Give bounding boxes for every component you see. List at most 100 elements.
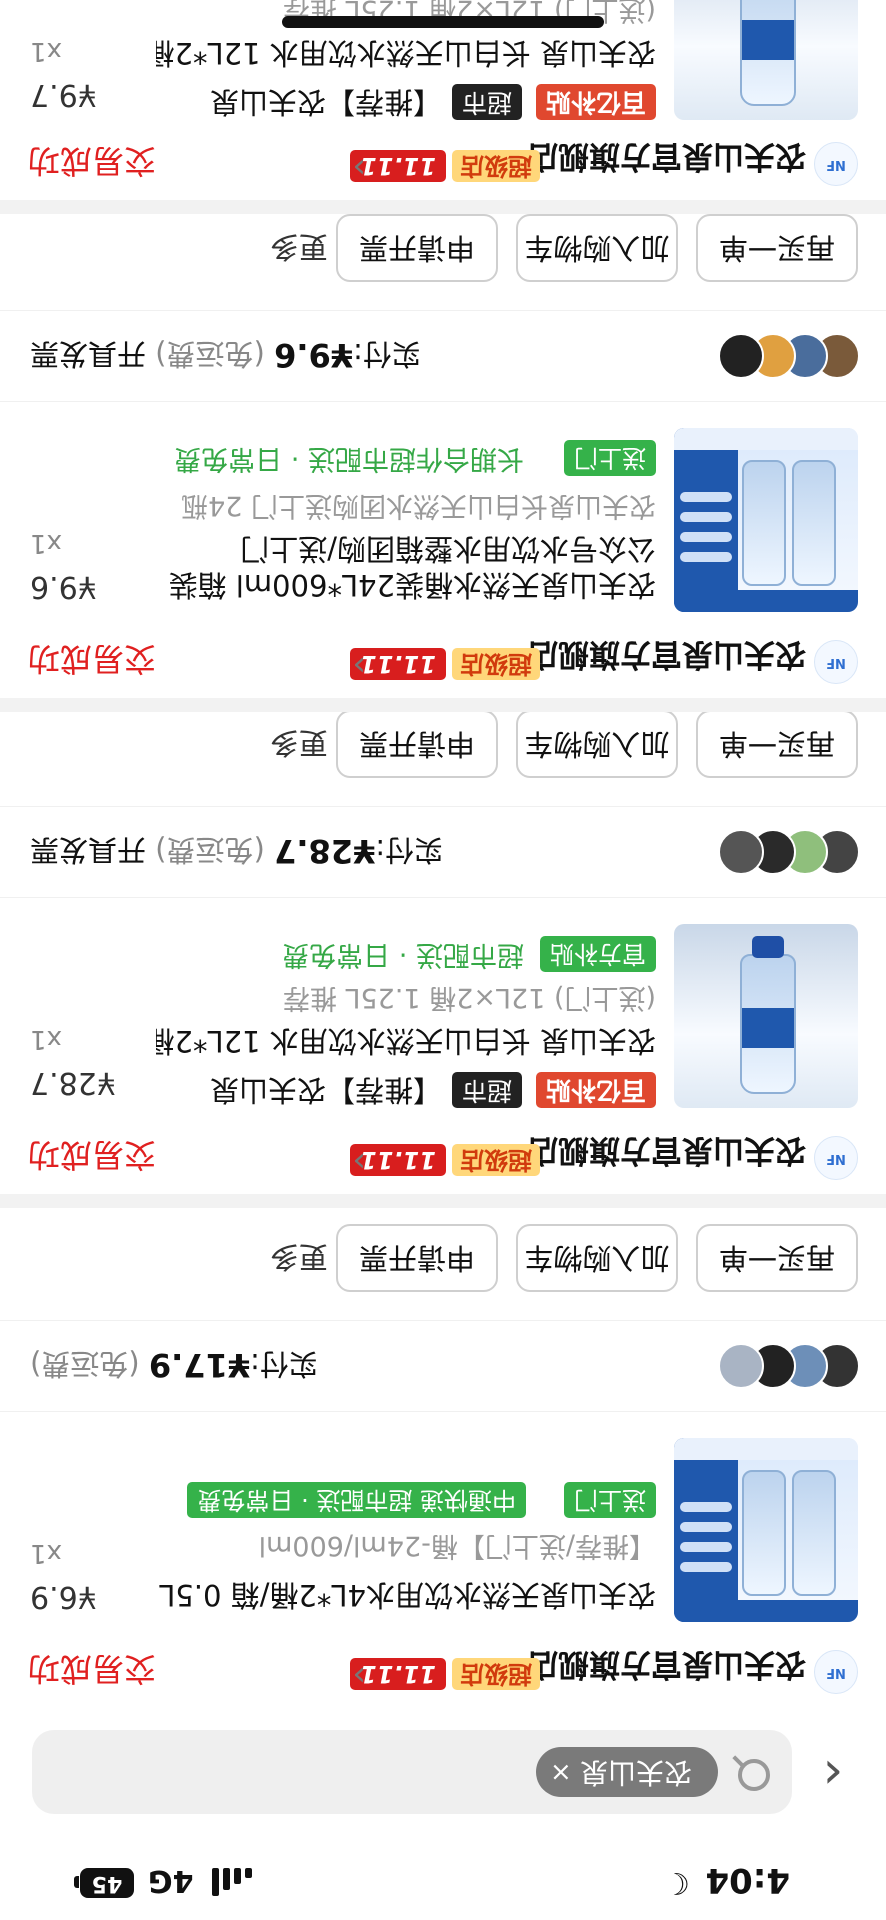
product-image[interactable] — [674, 0, 858, 120]
store-row[interactable]: NF 农夫山泉官方旗舰店 超级店 11.11 › 交易成功 — [0, 632, 886, 692]
search-keyword: 农夫山泉 — [579, 1756, 692, 1789]
order-status: 交易成功 — [28, 1650, 157, 1688]
network-type: 4G — [148, 1863, 194, 1898]
product-title: 农夫山泉天然水桶装24L*600ml 箱装 — [168, 568, 656, 602]
product-item[interactable]: 百亿补贴 超市 【推荐】农夫山泉 农夫山泉 长白山天然水饮用水 12L*2桶… … — [0, 918, 886, 1108]
order-card: NF 农夫山泉官方旗舰店 超级店 11.11 › 交易成功 百亿补贴 超市 【推… — [0, 0, 886, 194]
payment-summary: 实付:¥17.9 (免运费) — [0, 1320, 886, 1412]
search-input[interactable]: 农夫山泉 × — [32, 1730, 792, 1814]
product-title-line2: 公众号水饮用水整箱团购/送上门 — [240, 532, 656, 566]
battery-tip — [74, 1876, 79, 1888]
store-row[interactable]: NF 农夫山泉官方旗舰店 超级店 11.11 › 交易成功 — [0, 134, 886, 194]
battery-icon: 45 — [80, 1868, 134, 1898]
payment-summary: 实付:¥9.6 (免运费) 开具发票 — [0, 310, 886, 402]
screen: 4:04 ☾ 4G 45 ‹ 农夫山泉 × NF 农夫山泉官方旗舰店 超级店 1… — [0, 0, 886, 1920]
delivery-tag: 送上门 — [564, 440, 656, 476]
divider — [0, 200, 886, 214]
product-image[interactable] — [674, 428, 858, 612]
order-status: 交易成功 — [28, 1136, 157, 1174]
avatar — [718, 829, 764, 875]
subsidy-green-tag: 官方补贴 — [540, 936, 656, 972]
product-spec: 农夫山泉长白山天然水团购送上门 24瓶 — [181, 490, 656, 521]
order-actions: 再买一单 加入购物车 申请开票 更多 — [0, 1218, 886, 1298]
store-row[interactable]: NF 农夫山泉官方旗舰店 超级店 11.11 › 交易成功 — [0, 1128, 886, 1188]
product-quantity: x1 — [30, 1538, 62, 1568]
product-item[interactable]: 农夫山泉天然水饮用水4L*2桶/箱 0.5L 350ml非常适合泡茶 【推荐/送… — [0, 1432, 886, 1622]
order-actions: 再买一单 加入购物车 申请开票 更多 — [0, 704, 886, 784]
supermarket-tag: 超市 — [451, 1072, 522, 1108]
store-name[interactable]: 农夫山泉官方旗舰店 — [527, 1645, 806, 1690]
more-button[interactable]: 更多 — [270, 228, 328, 270]
product-title: 农夫山泉 长白山天然水饮用水 12L*2桶… — [156, 1024, 656, 1058]
close-icon[interactable]: × — [550, 1747, 572, 1797]
more-button[interactable]: 更多 — [270, 724, 328, 766]
super-store-badge: 超级店 — [452, 1658, 540, 1690]
store-name[interactable]: 农夫山泉官方旗舰店 — [527, 1131, 806, 1176]
product-title: 农夫山泉 长白山天然水饮用水 12L*2桶… — [156, 36, 656, 70]
product-spec: 【推荐/送上门】桶-24ml/600ml — [258, 1530, 656, 1561]
rebuy-button[interactable]: 再买一单 — [696, 214, 858, 282]
product-image[interactable] — [674, 1438, 858, 1622]
super-store-badge: 超级店 — [452, 150, 540, 182]
super-store-badge: 超级店 — [452, 1144, 540, 1176]
order-status: 交易成功 — [28, 142, 157, 180]
product-price: ¥9.7 — [30, 77, 97, 112]
product-spec: (送上门) 12L×2桶 1.25L 推荐 — [282, 982, 656, 1013]
product-price: ¥28.7 — [30, 1065, 116, 1100]
store-logo: NF — [814, 142, 858, 186]
divider — [0, 1194, 886, 1208]
clock: 4:04 — [705, 1860, 790, 1900]
product-image[interactable] — [674, 924, 858, 1108]
search-icon — [738, 1759, 770, 1791]
more-button[interactable]: 更多 — [270, 1238, 328, 1280]
rebuy-button[interactable]: 再买一单 — [696, 710, 858, 778]
product-quantity: x1 — [30, 36, 62, 66]
subsidy-tag: 百亿补贴 — [535, 84, 656, 120]
chevron-right-icon: › — [352, 1142, 366, 1182]
order-card: NF 农夫山泉官方旗舰店 超级店 11.11 › 交易成功 农夫山泉天然水桶装2… — [0, 212, 886, 692]
store-logo: NF — [814, 640, 858, 684]
order-actions: 再买一单 加入购物车 申请开票 更多 — [0, 208, 886, 288]
chevron-right-icon: › — [352, 148, 366, 188]
add-to-cart-button[interactable]: 加入购物车 — [516, 1224, 678, 1292]
add-to-cart-button[interactable]: 加入购物车 — [516, 710, 678, 778]
order-status: 交易成功 — [28, 640, 157, 678]
store-logo: NF — [814, 1650, 858, 1694]
product-price: ¥6.9 — [30, 1579, 97, 1614]
recommend-tag: 【推荐】农夫山泉 — [209, 85, 442, 119]
invoice-button[interactable]: 申请开票 — [336, 710, 498, 778]
signal-icon — [212, 1868, 252, 1896]
chevron-right-icon: › — [352, 646, 366, 686]
store-row[interactable]: NF 农夫山泉官方旗舰店 超级店 11.11 › 交易成功 — [0, 1642, 886, 1702]
product-item[interactable]: 农夫山泉天然水桶装24L*600ml 箱装 公众号水饮用水整箱团购/送上门 农夫… — [0, 422, 886, 612]
avatar — [718, 1343, 764, 1389]
recommend-tag: 【推荐】农夫山泉 — [209, 1073, 442, 1107]
store-name[interactable]: 农夫山泉官方旗舰店 — [527, 137, 806, 182]
payment-text: 实付:¥9.6 (免运费) 开具发票 — [30, 336, 421, 374]
payment-text: 实付:¥17.9 (免运费) — [30, 1346, 318, 1384]
order-card: NF 农夫山泉官方旗舰店 超级店 11.11 › 交易成功 百亿补贴 超市 【推… — [0, 708, 886, 1188]
home-indicator[interactable] — [282, 16, 604, 28]
back-button[interactable]: ‹ — [808, 1744, 858, 1804]
search-keyword-chip[interactable]: 农夫山泉 × — [535, 1747, 718, 1797]
search-bar: ‹ 农夫山泉 × — [0, 1724, 886, 1824]
invoice-button[interactable]: 申请开票 — [336, 1224, 498, 1292]
payment-text: 实付:¥28.7 (免运费) 开具发票 — [30, 832, 444, 870]
store-logo: NF — [814, 1136, 858, 1180]
divider — [0, 698, 886, 712]
delivery-tag: 送上门 — [564, 1482, 656, 1518]
service-text: 超市配送 · 日常免费 — [282, 939, 524, 970]
store-name[interactable]: 农夫山泉官方旗舰店 — [527, 635, 806, 680]
invoice-button[interactable]: 申请开票 — [336, 214, 498, 282]
product-quantity: x1 — [30, 1024, 62, 1054]
product-title: 农夫山泉天然水饮用水4L*2桶/箱 0.5L 350ml非常适合泡茶 — [156, 1578, 656, 1612]
moon-icon: ☾ — [663, 1865, 690, 1900]
add-to-cart-button[interactable]: 加入购物车 — [516, 214, 678, 282]
product-price: ¥9.6 — [30, 569, 97, 604]
rebuy-button[interactable]: 再买一单 — [696, 1224, 858, 1292]
service-tag: 中通快递 超市配送 · 日常免费 — [187, 1482, 526, 1518]
service-text: 长期合作超市配送 · 日常免费 — [174, 443, 524, 474]
status-bar: 4:04 ☾ 4G 45 — [0, 1830, 886, 1920]
supermarket-tag: 超市 — [451, 84, 522, 120]
avatar — [718, 333, 764, 379]
